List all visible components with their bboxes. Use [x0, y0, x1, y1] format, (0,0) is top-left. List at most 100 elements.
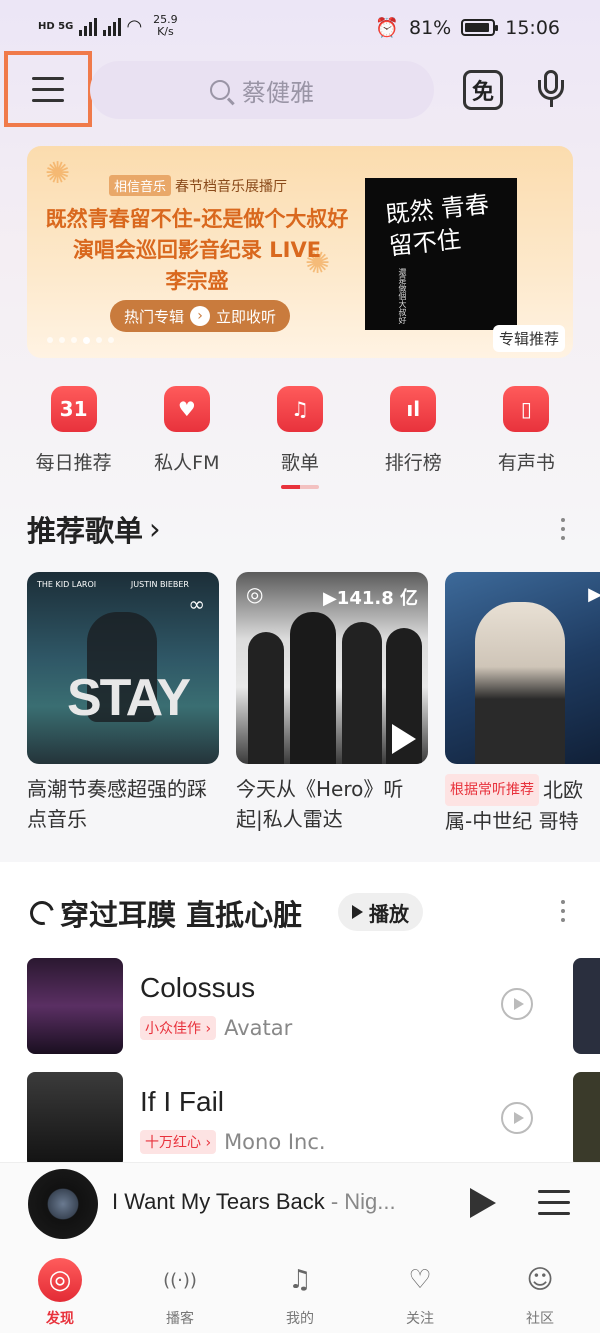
search-bar[interactable]: 蔡健雅 — [90, 61, 434, 119]
tab-community[interactable]: ☺ 社区 — [480, 1242, 600, 1333]
tab-follow[interactable]: ♡ 关注 — [360, 1242, 480, 1333]
banner-tagline-text: 春节档音乐展播厅 — [175, 178, 288, 195]
recommend-tag: 根据常听推荐 — [445, 774, 539, 806]
guitarist — [475, 602, 565, 764]
quick-nav-playlist[interactable]: ♫ 歌单 — [243, 386, 356, 489]
song-meta: 十万红心 › Mono Inc. — [140, 1130, 326, 1154]
clock: 15:06 — [505, 16, 560, 39]
playlist-cover: ◎ ▶141.8 亿 — [236, 572, 428, 764]
song-row[interactable]: If I Fail 十万红心 › Mono Inc. — [27, 1072, 600, 1168]
tab-mine[interactable]: ♫ 我的 — [240, 1242, 360, 1333]
book-icon: ▯ — [503, 386, 550, 432]
signal-icon — [79, 16, 98, 36]
playlist-queue-icon[interactable] — [538, 1190, 570, 1215]
band-member — [248, 632, 284, 764]
quick-nav-fm[interactable]: ♥ 私人FM — [130, 386, 243, 489]
song-title: If I Fail — [140, 1086, 225, 1117]
playlist-title: 高潮节奏感超强的踩点音乐 — [27, 777, 207, 831]
quick-nav-label: 私人FM — [154, 452, 220, 474]
play-song-button[interactable] — [501, 1102, 533, 1134]
carousel-dot[interactable] — [47, 337, 53, 343]
song-section: 穿过耳膜 直抵心脏 播放 Colossus 小众佳作 › Avatar If I… — [0, 862, 600, 1168]
voice-search-button[interactable] — [532, 66, 572, 112]
more-options-icon[interactable] — [561, 518, 567, 540]
loop-icon: ∞ — [188, 592, 205, 616]
chevron-right-icon: › — [190, 306, 211, 326]
carousel-dot[interactable] — [83, 337, 90, 344]
wifi-icon: ◠ — [127, 15, 142, 37]
playlist-cover: THE KID LAROI JUSTIN BIEBER ∞ STAY — [27, 572, 219, 764]
band-member — [290, 612, 336, 764]
song-title: Colossus — [140, 972, 256, 1003]
playlist-card[interactable]: ▶20 根据常听推荐北欧属-中世纪 哥特 — [445, 572, 600, 842]
radar-icon: ◎ — [246, 582, 264, 606]
podcast-icon: ((·)) — [163, 1269, 197, 1291]
system-indicators: ⏰ 81% 15:06 — [375, 16, 560, 40]
song-artist: Avatar — [224, 1016, 293, 1040]
battery-icon — [461, 19, 499, 36]
play-icon[interactable] — [392, 724, 416, 754]
quick-nav-audiobook[interactable]: ▯ 有声书 — [470, 386, 583, 489]
song-row[interactable]: Colossus 小众佳作 › Avatar — [27, 958, 600, 1054]
status-bar: HD 5G ◠ 25.9 K/s ⏰ 81% 15:06 — [0, 0, 600, 56]
listen-now-button[interactable]: 热门专辑 › 立即收听 — [110, 300, 291, 332]
tab-discover[interactable]: ◎ 发现 — [0, 1242, 120, 1333]
song-cover — [27, 1072, 123, 1168]
mini-player[interactable]: I Want My Tears Back - Nig... — [0, 1162, 600, 1242]
recommended-playlists-title[interactable]: 推荐歌单 › — [27, 508, 161, 550]
play-icon[interactable] — [470, 1188, 496, 1218]
search-icon — [210, 80, 230, 100]
tab-podcast[interactable]: ((·)) 播客 — [120, 1242, 240, 1333]
carousel-dot[interactable] — [71, 337, 77, 343]
play-song-button[interactable] — [501, 988, 533, 1020]
play-count: ▶20 — [588, 584, 600, 605]
tab-label: 播客 — [166, 1311, 194, 1327]
more-options-icon[interactable] — [561, 900, 567, 922]
now-playing-track: I Want My Tears Back - Nig... — [112, 1189, 396, 1214]
network-indicators: HD 5G ◠ 25.9 K/s — [38, 14, 178, 38]
carousel-dot[interactable] — [96, 337, 102, 343]
playlist-card[interactable]: ◎ ▶141.8 亿 今天从《Hero》听起|私人雷达 — [236, 572, 428, 842]
album-recommend-badge: 专辑推荐 — [492, 325, 565, 352]
song-artist: Mono Inc. — [224, 1130, 326, 1154]
quick-nav: 31 每日推荐 ♥ 私人FM ♫ 歌单 ıl 排行榜 ▯ 有声书 — [17, 386, 583, 489]
song-cover — [27, 958, 123, 1054]
banner-headline-2: 演唱会巡回影音纪录 LIVE — [72, 238, 322, 262]
banner-headline-1: 既然青春留不住-还是做个大叔好 — [45, 207, 349, 231]
quick-nav-label: 每日推荐 — [35, 452, 112, 474]
play-icon — [352, 905, 363, 919]
carousel-dot[interactable] — [59, 337, 65, 343]
battery-percent: 81% — [409, 16, 452, 39]
song-section-title: 穿过耳膜 直抵心脏 — [25, 892, 302, 934]
promo-banner[interactable]: ✺ ✺ 相信音乐 春节档音乐展播厅 既然青春留不住-还是做个大叔好 演唱会巡回影… — [27, 146, 573, 358]
alarm-icon: ⏰ — [375, 17, 399, 39]
network-label: HD 5G — [38, 20, 74, 32]
menu-button[interactable] — [4, 51, 92, 127]
carousel-dot[interactable] — [108, 337, 114, 343]
scroll-indicator — [281, 485, 319, 489]
pill-left-label: 热门专辑 — [124, 307, 185, 326]
album-calligraphy: 既然 青春 留不住 — [384, 190, 491, 261]
quick-nav-daily[interactable]: 31 每日推荐 — [17, 386, 130, 489]
band-member — [342, 622, 382, 764]
play-icon — [513, 998, 524, 1010]
search-placeholder: 蔡健雅 — [242, 78, 314, 107]
playlist-title: 今天从《Hero》听起|私人雷达 — [236, 777, 404, 831]
refresh-icon[interactable] — [25, 896, 59, 930]
free-mode-button[interactable]: 免 — [463, 70, 503, 110]
song-tag[interactable]: 小众佳作 › — [140, 1016, 217, 1040]
tab-label: 关注 — [406, 1311, 434, 1327]
next-column-preview — [573, 958, 600, 1054]
playlist-card[interactable]: THE KID LAROI JUSTIN BIEBER ∞ STAY 高潮节奏感… — [27, 572, 219, 842]
quick-nav-label: 排行榜 — [384, 452, 442, 474]
banner-tag: 相信音乐 — [109, 175, 172, 196]
banner-tagline: 相信音乐 春节档音乐展播厅 — [109, 175, 287, 196]
now-playing-disc[interactable] — [28, 1169, 98, 1239]
play-all-button[interactable]: 播放 — [338, 893, 423, 931]
firework-icon: ✺ — [45, 156, 71, 191]
pill-right-label: 立即收听 — [216, 307, 277, 326]
signal-icon-2 — [103, 16, 122, 36]
chevron-right-icon: › — [149, 512, 161, 546]
song-tag[interactable]: 十万红心 › — [140, 1130, 217, 1154]
quick-nav-charts[interactable]: ıl 排行榜 — [357, 386, 470, 489]
